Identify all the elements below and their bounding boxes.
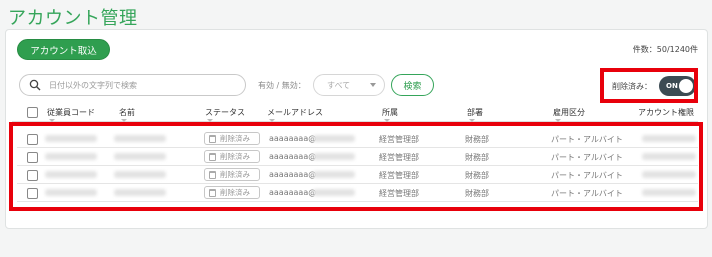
column-header-status[interactable]: ステータス	[205, 107, 245, 122]
column-header-email[interactable]: メールアドレス	[267, 107, 323, 122]
select-all-checkbox[interactable]	[27, 107, 38, 118]
column-header-employee-code[interactable]: 従業員コード	[47, 107, 95, 122]
search-icon	[29, 79, 41, 91]
column-header-account-permission[interactable]: アカウント権限	[638, 107, 694, 118]
table-header: 従業員コード 名前 ステータス メールアドレス 所属 部署 雇用区分 アカウント…	[12, 102, 698, 122]
page-title: アカウント管理	[8, 8, 138, 29]
account-import-button[interactable]: アカウント取込	[17, 39, 110, 60]
column-header-affiliation[interactable]: 所属	[382, 107, 398, 122]
column-header-name[interactable]: 名前	[119, 107, 135, 122]
active-filter-label: 有効 / 無効：	[258, 81, 306, 90]
column-header-department[interactable]: 部署	[467, 107, 483, 122]
chevron-down-icon	[370, 83, 376, 87]
search-button[interactable]: 検索	[391, 74, 434, 96]
highlight-box-toggle	[600, 68, 698, 103]
record-count: 件数：50/1240件	[632, 45, 698, 54]
search-input[interactable]	[49, 80, 239, 90]
active-filter-select[interactable]: すべて	[313, 74, 385, 96]
column-header-employment-type[interactable]: 雇用区分	[553, 107, 585, 122]
active-filter-value: すべて	[327, 80, 351, 90]
highlight-box-rows	[9, 122, 703, 211]
search-field[interactable]	[19, 74, 246, 96]
table-bottom-area	[12, 245, 698, 257]
